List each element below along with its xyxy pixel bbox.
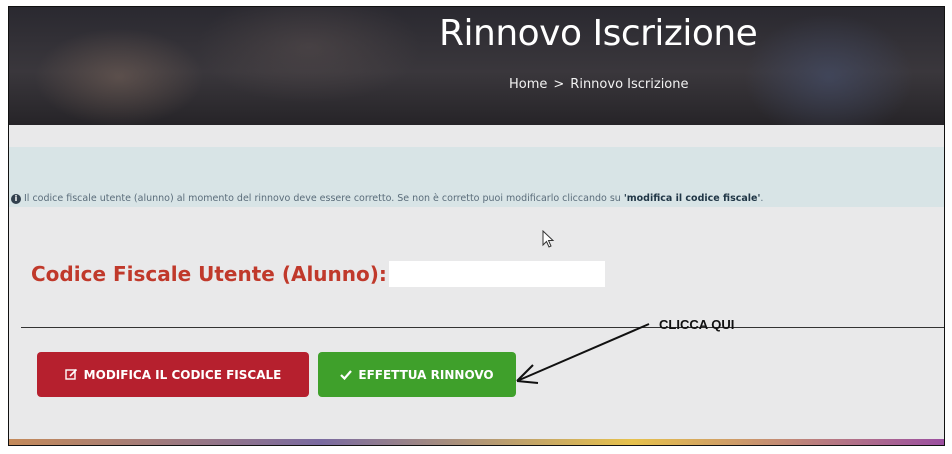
- browser-viewport: Rinnovo Iscrizione Home > Rinnovo Iscrizio…: [8, 6, 945, 446]
- edit-fiscal-code-label: MODIFICA IL CODICE FISCALE: [83, 367, 282, 382]
- breadcrumb: Home > Rinnovo Iscrizione: [509, 77, 689, 92]
- renew-label: EFFETTUA RINNOVO: [358, 367, 494, 382]
- annotation-text: CLICCA QUI: [659, 317, 735, 332]
- fiscal-code-label: Codice Fiscale Utente (Alunno):: [31, 262, 387, 286]
- annotation-arrow-icon: [516, 323, 650, 384]
- info-emphasis: 'modifica il codice fiscale': [623, 193, 761, 204]
- info-alert-text: i Il codice fiscale utente (alunno) al mo…: [11, 193, 763, 204]
- fiscal-code-field[interactable]: [389, 261, 605, 287]
- edit-fiscal-code-button[interactable]: MODIFICA IL CODICE FISCALE: [37, 352, 309, 397]
- renew-button[interactable]: EFFETTUA RINNOVO: [318, 352, 516, 397]
- edit-icon: [64, 368, 77, 380]
- section-divider: [21, 327, 944, 328]
- footer-strip: [9, 439, 944, 445]
- breadcrumb-separator: >: [553, 77, 565, 92]
- breadcrumb-current: Rinnovo Iscrizione: [570, 77, 689, 92]
- check-icon: [340, 370, 353, 380]
- info-circle-icon: i: [11, 194, 21, 204]
- breadcrumb-home-link[interactable]: Home: [509, 77, 547, 92]
- info-message: Il codice fiscale utente (alunno) al mom…: [24, 193, 624, 204]
- page-title: Rinnovo Iscrizione: [439, 13, 758, 54]
- mouse-pointer-icon: [542, 230, 555, 248]
- page-banner: Rinnovo Iscrizione Home > Rinnovo Iscrizio…: [9, 7, 944, 125]
